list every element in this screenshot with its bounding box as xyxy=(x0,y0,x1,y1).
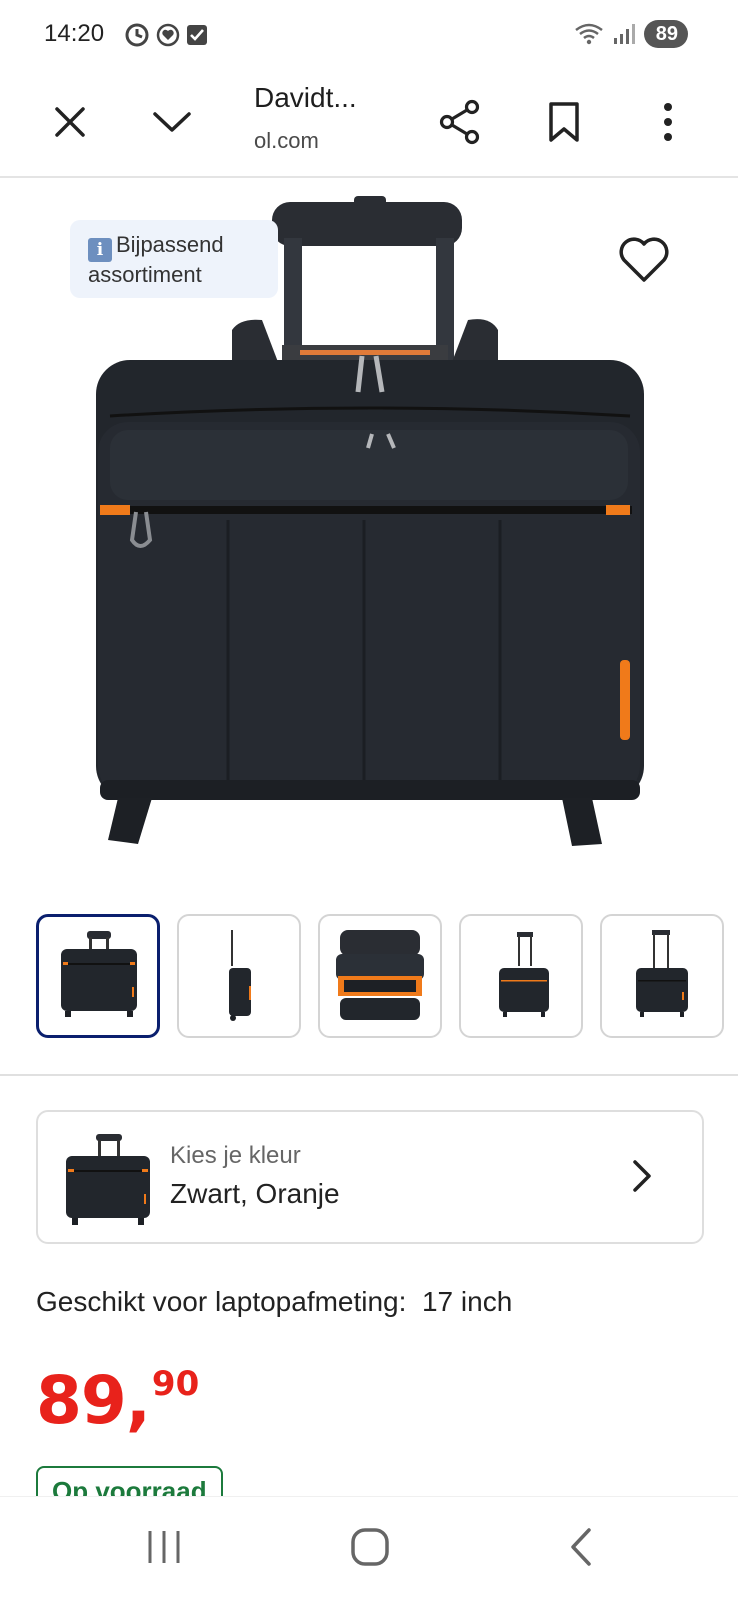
system-navigation-bar xyxy=(0,1496,738,1600)
color-selector[interactable]: Kies je kleur Zwart, Oranje xyxy=(36,1110,704,1244)
home-icon xyxy=(351,1528,389,1566)
status-time: 14:20 xyxy=(44,20,105,47)
favorite-button[interactable] xyxy=(614,230,674,290)
heart-icon xyxy=(619,237,669,282)
thumbnail-side[interactable] xyxy=(177,914,301,1038)
checkbox-icon xyxy=(187,25,207,45)
recent-apps-icon xyxy=(148,1531,180,1563)
collapse-button[interactable] xyxy=(140,90,204,154)
matching-assortment-badge[interactable]: i Bijpassend assortiment xyxy=(70,220,278,298)
battery-level: 89 xyxy=(655,23,678,45)
product-price: 89,90 xyxy=(36,1362,199,1439)
close-icon xyxy=(55,107,85,137)
status-notification-icons xyxy=(124,22,208,48)
bookmark-button[interactable] xyxy=(532,90,596,154)
laptop-size-spec: Geschikt voor laptopafmeting: 17 inch xyxy=(36,1286,512,1318)
chevron-down-icon xyxy=(153,112,191,132)
recent-apps-button[interactable] xyxy=(132,1519,196,1575)
color-selector-value: Zwart, Oranje xyxy=(170,1178,340,1209)
status-bar: 14:20 89 xyxy=(0,0,738,72)
back-icon xyxy=(571,1528,591,1566)
back-button[interactable] xyxy=(548,1519,612,1575)
thumbnail-front[interactable] xyxy=(36,914,160,1038)
more-options-button[interactable] xyxy=(636,90,700,154)
section-divider xyxy=(0,1074,738,1076)
more-vert-icon xyxy=(664,103,672,141)
battery-indicator: 89 xyxy=(643,20,688,48)
share-icon xyxy=(439,99,480,145)
price-main: 89, xyxy=(36,1362,151,1439)
color-variant-image xyxy=(66,1134,150,1225)
price-cents: 90 xyxy=(151,1364,200,1404)
thumbnail-strip[interactable] xyxy=(34,912,738,1040)
color-selector-label: Kies je kleur xyxy=(170,1142,301,1169)
page-title[interactable]: Davidt... xyxy=(254,82,357,114)
browser-toolbar: Davidt... ol.com xyxy=(0,72,738,178)
thumbnail-front-extended[interactable] xyxy=(600,914,724,1038)
wifi-icon xyxy=(574,23,603,45)
heart-circle-icon xyxy=(156,23,180,47)
bag-open-thumbnail-image xyxy=(336,930,424,1020)
thumbnail-front-small[interactable] xyxy=(459,914,583,1038)
bag-side-thumbnail-image xyxy=(229,930,251,1021)
chevron-right-icon xyxy=(633,1160,651,1192)
spec-value: 17 inch xyxy=(421,1286,513,1317)
info-icon: i xyxy=(88,238,112,262)
bag-front-thumbnail-image xyxy=(61,931,137,1017)
close-button[interactable] xyxy=(38,90,102,154)
sync-icon xyxy=(125,23,149,47)
share-button[interactable] xyxy=(428,90,492,154)
page-domain[interactable]: ol.com xyxy=(254,128,319,154)
bookmark-icon xyxy=(549,102,579,142)
status-system-icons: 89 xyxy=(574,20,688,48)
spec-label: Geschikt voor laptopafmeting: xyxy=(36,1286,407,1317)
home-button[interactable] xyxy=(338,1519,402,1575)
product-main-image[interactable]: i Bijpassend assortiment xyxy=(0,180,738,880)
signal-icon xyxy=(613,24,635,44)
bag-front-extended-thumbnail-image xyxy=(636,930,688,1017)
thumbnail-open[interactable] xyxy=(318,914,442,1038)
bag-front-small-thumbnail-image xyxy=(499,932,549,1017)
